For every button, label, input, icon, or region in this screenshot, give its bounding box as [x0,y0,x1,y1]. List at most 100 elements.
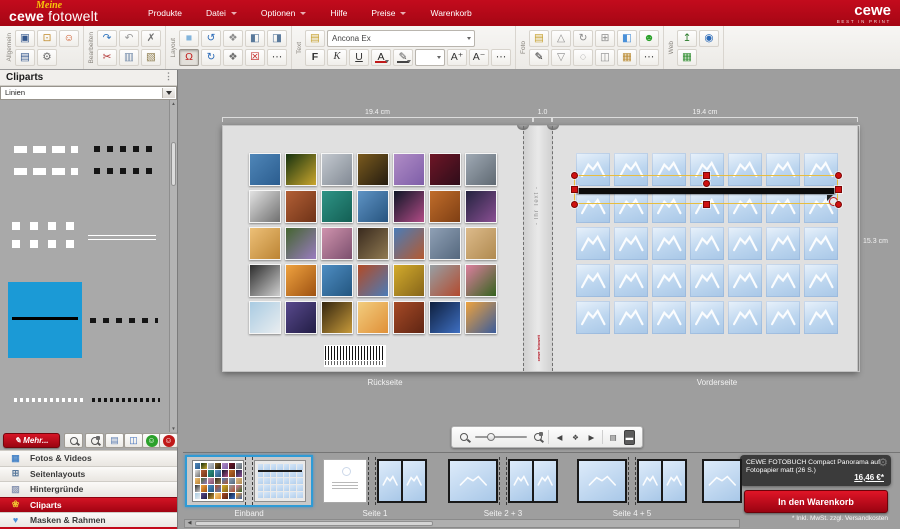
scroll-up-icon[interactable]: ▲ [170,101,177,106]
selection-handle[interactable] [835,172,842,179]
selection-handle[interactable] [703,201,710,208]
clipart-white-squares-line[interactable] [12,222,76,248]
font-increase-button[interactable]: A⁺ [447,49,467,66]
photo-tile[interactable] [357,264,389,297]
font-preview-icon[interactable]: ▤ [305,30,325,47]
menu-item-optionen[interactable]: Optionen [261,8,307,18]
drag-page-icon[interactable]: ❖ [223,30,243,47]
panel-search-settings-button[interactable] [85,433,104,448]
sidebar-item-cliparts[interactable]: ❀Cliparts [0,497,177,513]
photo-copy-icon[interactable]: ◧ [617,30,637,47]
photo-placeholder[interactable] [614,301,648,334]
single-page-view-button[interactable]: ▤ [608,430,619,445]
photo-placeholder[interactable] [652,264,686,297]
photo-speech-icon[interactable]: ◌ [573,49,593,66]
layout-more-icon[interactable]: ⋯ [267,49,287,66]
fit-view-button[interactable]: ❖ [570,430,581,445]
clipart-black-dotted-line-2[interactable] [94,168,156,174]
clipart-category-select[interactable]: Linien [0,86,177,100]
web-globe-icon[interactable]: ◉ [699,30,719,47]
font-family-select[interactable]: Ancona Ex [327,30,475,47]
clipart-white-double-line[interactable] [88,235,156,240]
photo-tile[interactable] [249,301,281,334]
photo-placeholder[interactable] [614,264,648,297]
save-as-icon[interactable]: ▤ [15,49,35,66]
photo-placeholder[interactable] [804,264,838,297]
photo-placeholder[interactable] [728,301,762,334]
thumbnail-box[interactable] [185,455,313,507]
clipart-white-dashed-line[interactable] [14,146,78,153]
menu-item-produkte[interactable]: Produkte [148,8,182,18]
photo-placeholder[interactable] [766,227,800,260]
prev-page-button[interactable]: ◀ [554,430,565,445]
selection-handle[interactable] [703,180,710,187]
copy-icon[interactable]: ▥ [119,49,139,66]
photo-rotate-icon[interactable]: ↻ [573,30,593,47]
clipart-black-solid-line[interactable] [8,282,82,358]
scrollbar-thumb[interactable] [171,142,176,186]
bold-button[interactable]: F [305,49,325,66]
gear-icon[interactable]: ⚙ [878,456,888,470]
photo-tile[interactable] [249,190,281,223]
selection-handle[interactable] [835,186,842,193]
thumbnail-box[interactable] [319,455,431,507]
panel-book-preview-button[interactable]: ◫ [124,433,143,448]
panel-scrollbar[interactable]: ▲ ▼ [169,100,177,432]
photo-tile[interactable] [321,153,353,186]
photo-placeholder[interactable] [804,227,838,260]
photo-tile[interactable] [285,301,317,334]
photo-placeholder[interactable] [728,264,762,297]
bring-forward-icon[interactable]: ◧ [245,30,265,47]
web-photo-icon[interactable]: ▦ [677,49,697,66]
panel-search-button[interactable] [64,433,83,448]
paste-icon[interactable]: ▧ [141,49,161,66]
photo-more-icon[interactable]: ⋯ [639,49,659,66]
web-upload-icon[interactable]: ↥ [677,30,697,47]
photo-tile[interactable] [321,301,353,334]
photo-tile[interactable] [393,227,425,260]
clipart-black-dotted-line-3[interactable] [90,318,158,323]
photo-tile[interactable] [429,190,461,223]
zoom-in-button[interactable] [532,430,543,445]
sidebar-item-seitenlayouts[interactable]: ⊞Seitenlayouts [0,466,177,482]
underline-button[interactable]: U [349,49,369,66]
photo-tile[interactable] [357,190,389,223]
snap-magnet-icon[interactable]: Ω [179,49,199,66]
photo-placeholder[interactable] [690,227,724,260]
book-spine[interactable]: - Ihr Text - cewe fotowelt [523,126,553,371]
redo-icon[interactable]: ↷ [97,30,117,47]
photo-tile[interactable] [429,264,461,297]
sidebar-item-masken-rahmen[interactable]: ♥Masken & Rahmen [0,512,177,528]
photo-placeholder[interactable] [690,301,724,334]
photo-placeholder[interactable] [690,264,724,297]
thumbnail-scrollbar-thumb[interactable] [195,521,433,526]
photo-placeholder[interactable] [576,301,610,334]
photo-frame-icon[interactable]: ▦ [617,49,637,66]
photo-tile[interactable] [465,264,497,297]
sidebar-item-hintergr-nde[interactable]: ▨Hintergründe [0,481,177,497]
photo-tile[interactable] [429,227,461,260]
panel-menu-icon[interactable]: ⋮ [164,71,173,82]
settings-icon[interactable]: ⚙ [37,49,57,66]
open-project-icon[interactable]: ⊡ [37,30,57,47]
delete-icon[interactable]: ✗ [141,30,161,47]
drag-frame-icon[interactable]: ❖ [223,49,243,66]
zoom-slider[interactable] [475,431,527,443]
selection-handle[interactable] [571,186,578,193]
page-thumbnail[interactable] [702,455,742,509]
photo-edit-icon[interactable]: ✎ [529,49,549,66]
sidebar-item-fotos-videos[interactable]: ▦Fotos & Videos [0,450,177,466]
text-more-icon[interactable]: ⋯ [491,49,511,66]
photo-tile[interactable] [285,264,317,297]
page-thumbnail[interactable]: Seite 4 + 5 [575,455,689,518]
photo-placeholder[interactable] [652,301,686,334]
selection-handle[interactable] [571,172,578,179]
photo-placeholder[interactable] [614,227,648,260]
undo-icon[interactable]: ↶ [119,30,139,47]
spread-view-button[interactable]: ▬ [624,430,635,445]
page-thumbnail[interactable]: Seite 2 + 3 [446,455,560,518]
selection-handle[interactable] [835,201,842,208]
photo-placeholder[interactable] [728,227,762,260]
font-color-button[interactable]: A [371,49,391,66]
menu-item-preise[interactable]: Preise [371,8,406,18]
